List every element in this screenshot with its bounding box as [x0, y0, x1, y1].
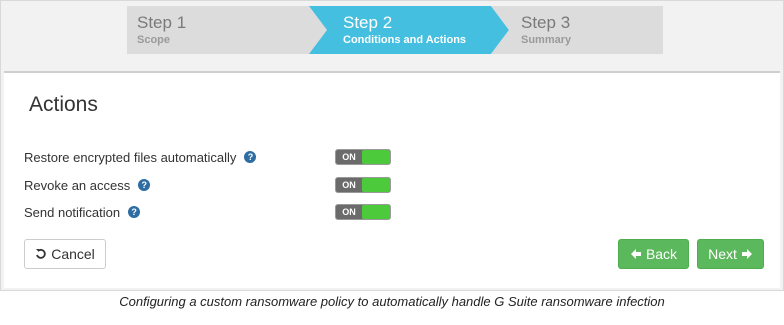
arrow-right-icon — [741, 249, 752, 259]
next-label: Next — [708, 246, 737, 262]
action-label: Send notification — [24, 204, 121, 220]
cancel-label: Cancel — [51, 246, 95, 262]
wizard-steps: Step 1 Scope Step 2 Conditions and Actio… — [127, 6, 663, 54]
undo-icon — [36, 248, 46, 259]
action-row-notify: Send notification ? — [24, 203, 141, 221]
panel-title: Actions — [29, 93, 98, 116]
help-icon[interactable]: ? — [138, 179, 151, 191]
toggle-knob — [362, 150, 390, 164]
back-button[interactable]: Back — [618, 239, 689, 269]
toggle-label: ON — [342, 152, 356, 162]
step-title: Step 1 — [137, 13, 187, 32]
step-title: Step 3 — [521, 13, 571, 32]
step-subtitle: Conditions and Actions — [343, 34, 467, 46]
action-label: Restore encrypted files automatically — [24, 149, 237, 165]
revoke-toggle[interactable]: ON — [335, 177, 391, 193]
wizard-step-3[interactable]: Step 3 Summary — [491, 6, 663, 54]
arrow-left-icon — [630, 249, 641, 259]
toggle-knob — [362, 178, 390, 192]
wizard-step-2[interactable]: Step 2 Conditions and Actions — [309, 6, 509, 54]
cancel-button[interactable]: Cancel — [24, 239, 106, 269]
action-row-revoke: Revoke an access ? — [24, 176, 151, 194]
toggle-label: ON — [342, 207, 356, 217]
help-icon[interactable]: ? — [128, 206, 141, 218]
figure-caption: Configuring a custom ransomware policy t… — [119, 294, 665, 309]
step-title: Step 2 — [343, 13, 393, 32]
back-label: Back — [645, 246, 678, 262]
action-label: Revoke an access — [24, 177, 131, 193]
help-icon[interactable]: ? — [244, 151, 257, 163]
wizard-step-1[interactable]: Step 1 Scope — [127, 6, 327, 54]
toggle-knob — [362, 205, 390, 219]
notify-toggle[interactable]: ON — [335, 204, 391, 220]
action-row-restore: Restore encrypted files automatically ? — [24, 148, 257, 166]
wizard-frame: Step 1 Scope Step 2 Conditions and Actio… — [0, 0, 784, 291]
restore-toggle[interactable]: ON — [335, 149, 391, 165]
step-subtitle: Scope — [137, 34, 171, 46]
toggle-label: ON — [342, 180, 356, 190]
actions-panel: Actions Restore encrypted files automati… — [4, 71, 780, 288]
next-button[interactable]: Next — [697, 239, 764, 269]
step-subtitle: Summary — [521, 34, 572, 46]
